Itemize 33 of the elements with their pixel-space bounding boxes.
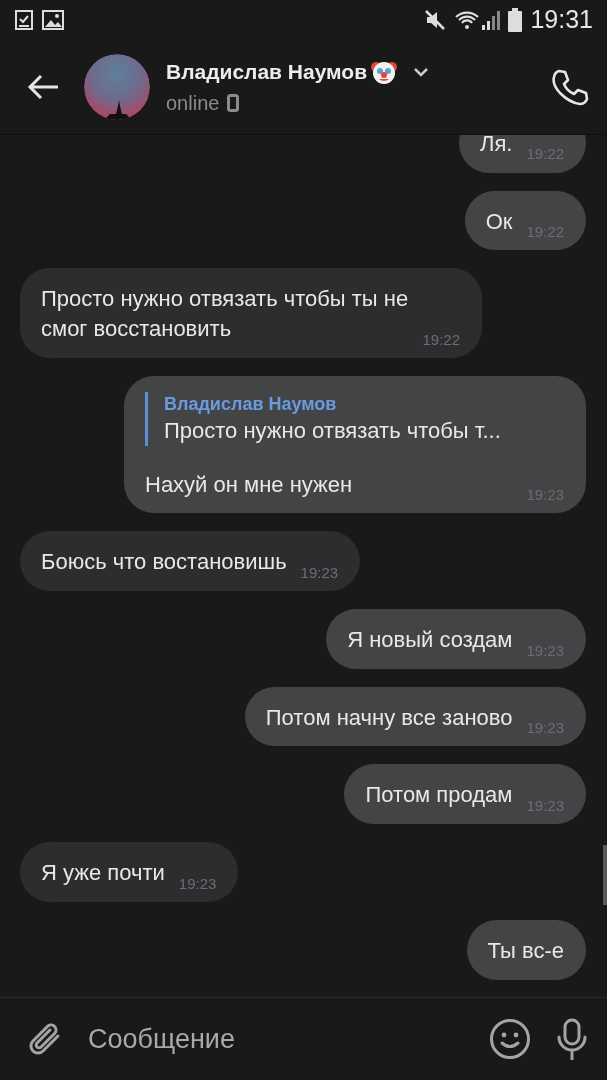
quoted-author: Владислав Наумов: [164, 392, 338, 416]
signal-icon: [480, 9, 501, 31]
quoted-text: Просто нужно отвязать чтобы т...: [164, 417, 502, 446]
message-text: Потом продам: [365, 781, 513, 810]
message-time: 19:23: [178, 873, 217, 894]
clown-face-icon: [371, 59, 398, 85]
online-status: online: [166, 90, 220, 116]
message-text: Потом начну все заново: [265, 703, 513, 732]
message-text: Я уже почти: [41, 859, 165, 888]
clock-time: 19:31: [530, 4, 593, 36]
mute-icon: [424, 9, 447, 31]
message-text: Ты вс-е: [487, 936, 564, 965]
message-text: Я новый создам: [347, 626, 513, 655]
message-text: Боюсь что востановишь: [41, 548, 287, 577]
contact-name[interactable]: Владислав Наумов: [166, 56, 368, 88]
message-text: Нахуй он мне нужен: [145, 470, 354, 499]
wifi-icon: [454, 9, 481, 31]
message-time: 19:22: [422, 329, 460, 350]
back-arrow-icon[interactable]: [26, 73, 60, 101]
message-text: Просто нужно отвязать чтобы ты не смог восстановить: [41, 285, 409, 344]
smiley-icon[interactable]: [489, 1018, 531, 1060]
phone-call-icon[interactable]: [551, 68, 589, 106]
phone-device-icon: [227, 93, 240, 112]
message-text: Ок: [485, 207, 513, 236]
image-icon: [42, 10, 64, 30]
message-input[interactable]: Сообщение: [88, 1018, 473, 1060]
message-time: 19:23: [300, 562, 339, 583]
message-text: Ля.: [480, 135, 513, 158]
battery-icon: [508, 8, 523, 32]
scrollbar[interactable]: [603, 845, 607, 905]
microphone-icon[interactable]: [555, 1018, 589, 1060]
notification-icon: [14, 9, 34, 31]
chevron-down-icon[interactable]: [413, 67, 430, 77]
